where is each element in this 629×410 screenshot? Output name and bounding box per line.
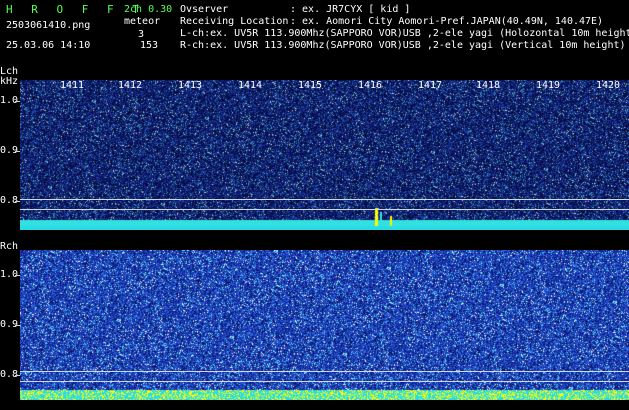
observer-label: Ovserver bbox=[180, 4, 229, 15]
location-value: : ex. Aomori City Aomori-Pref.JAPAN(40.4… bbox=[290, 16, 604, 27]
location-label: Receiving Location bbox=[180, 16, 289, 27]
rch-noise-canvas bbox=[20, 250, 629, 400]
rch-marker-line bbox=[20, 381, 629, 382]
y-tick bbox=[15, 325, 20, 326]
rch-info: R-ch:ex. UV5R 113.900Mhz(SAPPORO VOR)USB… bbox=[180, 40, 626, 51]
lch-noise-canvas bbox=[20, 80, 629, 230]
time-tick-label: 1416 bbox=[358, 80, 383, 91]
time-tick-label: 1420 bbox=[596, 80, 621, 91]
time-tick-label: 1418 bbox=[476, 80, 501, 91]
lch-marker-line bbox=[20, 199, 629, 200]
filename-text: 2503061410.png bbox=[6, 20, 91, 31]
lch-info: L-ch:ex. UV5R 113.900Mhz(SAPPORO VOR)USB… bbox=[180, 28, 629, 39]
lch-spectrogram bbox=[20, 80, 629, 230]
y-tick bbox=[15, 275, 20, 276]
rch-channel-label: Rch bbox=[0, 241, 19, 252]
rch-spectrogram bbox=[20, 250, 629, 400]
rch-marker-line bbox=[20, 371, 629, 372]
rch-count: 153 bbox=[140, 40, 159, 51]
time-tick-label: 1413 bbox=[178, 80, 203, 91]
time-tick-label: 1412 bbox=[118, 80, 143, 91]
time-tick-label: 1411 bbox=[60, 80, 85, 91]
y-tick bbox=[15, 151, 20, 152]
lch-unit-label: kHz bbox=[0, 76, 19, 87]
datetime-text: 25.03.06 14:10 bbox=[6, 40, 91, 51]
time-tick-label: 1414 bbox=[238, 80, 263, 91]
time-tick-label: 1415 bbox=[298, 80, 323, 91]
y-tick bbox=[15, 201, 20, 202]
event-label: meteor bbox=[124, 16, 161, 27]
time-tick-label: 1419 bbox=[536, 80, 561, 91]
y-tick bbox=[15, 101, 20, 102]
time-tick-label: 1417 bbox=[418, 80, 443, 91]
y-tick bbox=[15, 375, 20, 376]
mode-text: 2ch 0.30 bbox=[124, 4, 173, 15]
observer-value: : ex. JR7CYX [ kid ] bbox=[290, 4, 411, 15]
lch-marker-line bbox=[20, 209, 629, 210]
